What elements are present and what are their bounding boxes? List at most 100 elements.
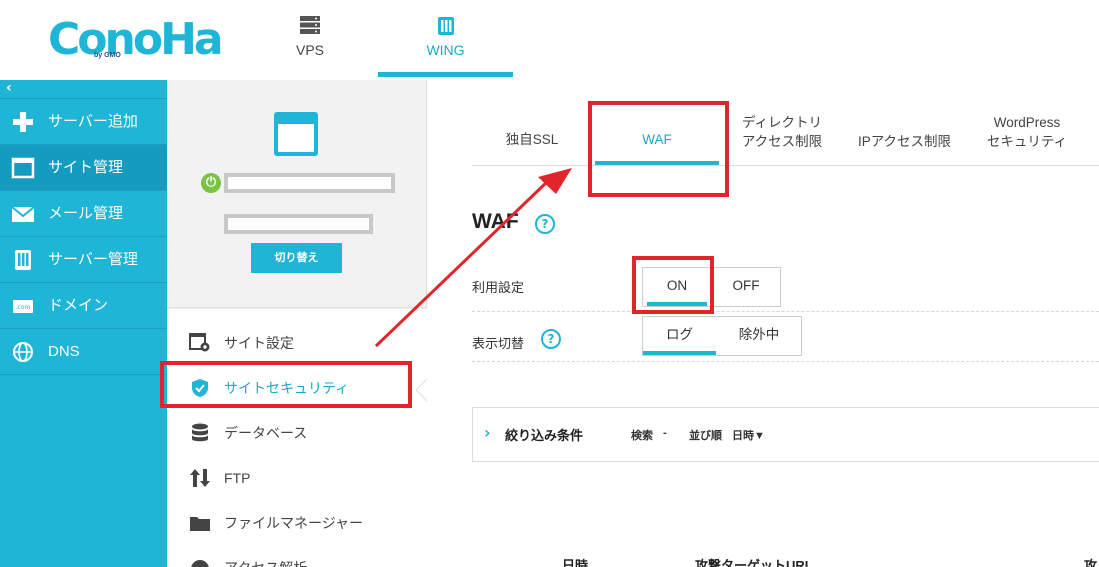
tab-waf[interactable]: WAF <box>595 130 719 186</box>
filter-panel: › 絞り込み条件 検索 - 並び順 日時▼ <box>472 407 1099 462</box>
tab-directory-access[interactable]: ディレクトリ アクセス制限 <box>727 113 837 169</box>
domain-icon: .com <box>13 300 33 313</box>
display-help-icon[interactable]: ? <box>541 329 561 349</box>
sidebar-item-site-management[interactable]: サイト管理 <box>0 145 167 191</box>
off-button[interactable]: OFF <box>711 268 781 306</box>
power-icon: ⏻ <box>201 173 221 193</box>
tab-vps[interactable]: VPS <box>250 0 370 80</box>
site-menu-item-label: サイト設定 <box>224 335 294 351</box>
masked-site-domain <box>224 214 373 234</box>
top-header: ConoHa by GMO VPS WING <box>0 0 1099 80</box>
sidebar-item-label: サーバー管理 <box>48 251 138 268</box>
display-switch-label: 表示切替 <box>472 336 525 351</box>
sidebar-item-server-management[interactable]: サーバー管理 <box>0 237 167 283</box>
on-button[interactable]: ON <box>643 268 711 306</box>
tab-directory-line1: ディレクトリ <box>741 115 823 130</box>
tab-ip-label: IPアクセス制限 <box>857 134 952 149</box>
table-header-datetime: 日時 <box>562 558 589 567</box>
tab-ssl-label: 独自SSL <box>505 132 559 147</box>
site-menu-item-file-manager[interactable]: ファイルマネージャー <box>167 501 426 545</box>
mail-icon <box>11 206 35 222</box>
server-stack-icon <box>300 16 320 34</box>
globe-icon <box>13 342 33 362</box>
sidebar-item-dns[interactable]: DNS <box>0 329 167 375</box>
window-icon <box>11 157 35 179</box>
excluded-label: 除外中 <box>738 327 780 342</box>
sidebar-item-label: サーバー追加 <box>48 113 138 130</box>
site-menu-item-security[interactable]: サイトセキュリティ <box>167 366 426 410</box>
sidebar-item-label: DNS <box>48 343 80 360</box>
transfer-arrows-icon <box>190 469 210 487</box>
site-menu-item-label: データベース <box>224 425 308 441</box>
sidebar-item-domain[interactable]: .com ドメイン <box>0 283 167 329</box>
site-settings-icon <box>189 333 210 352</box>
row-divider <box>472 361 1099 362</box>
on-selected-indicator <box>647 302 707 306</box>
tab-wp-line2: セキュリティ <box>986 134 1068 149</box>
plus-icon <box>13 112 33 132</box>
sidebar-item-label: サイト管理 <box>48 159 124 176</box>
tab-waf-label: WAF <box>642 132 672 147</box>
page-title: WAF <box>472 210 519 233</box>
tab-wing-underline <box>378 72 513 77</box>
site-menu-item-label: アクセス解析 <box>224 546 307 567</box>
display-toggle: ログ 除外中 <box>642 316 802 356</box>
masked-site-name <box>224 173 395 193</box>
filter-title[interactable]: 絞り込み条件 <box>505 425 583 444</box>
log-button[interactable]: ログ <box>643 317 716 355</box>
database-icon <box>192 423 208 442</box>
tab-waf-underline <box>595 161 719 165</box>
usage-setting-label: 利用設定 <box>472 280 525 295</box>
server-icon <box>15 250 31 270</box>
row-divider <box>472 311 1099 312</box>
table-header-attack: 攻 <box>1084 558 1098 567</box>
site-menu-item-analytics[interactable]: アクセス解析 <box>167 546 426 567</box>
chevron-right-icon[interactable]: › <box>484 423 491 442</box>
tab-vps-label: VPS <box>295 42 324 58</box>
tab-wing-label: WING <box>426 42 465 58</box>
sidebar-item-label: メール管理 <box>48 205 124 222</box>
conoha-logo[interactable]: ConoHa by GMO <box>48 14 224 68</box>
site-menu-item-label: ファイルマネージャー <box>224 515 364 531</box>
tab-ip-access[interactable]: IPアクセス制限 <box>847 132 962 188</box>
main-sidebar: ‹ サーバー追加 サイト管理 メール管理 サーバー管理 .com ドメイン DN… <box>0 80 167 567</box>
off-label: OFF <box>732 278 760 293</box>
sidebar-item-mail[interactable]: メール管理 <box>0 191 167 237</box>
site-menu-item-settings[interactable]: サイト設定 <box>167 321 426 365</box>
pie-chart-icon <box>191 560 209 567</box>
wing-server-icon <box>437 17 454 35</box>
svg-text:.com: .com <box>16 304 31 311</box>
site-menu-item-ftp[interactable]: FTP <box>167 456 426 500</box>
site-menu-item-database[interactable]: データベース <box>167 411 426 455</box>
tab-wordpress-security[interactable]: WordPress セキュリティ <box>972 113 1082 169</box>
sidebar-collapse-button[interactable]: ‹ <box>0 80 167 99</box>
shield-check-icon <box>192 379 208 397</box>
main-content: 独自SSL WAF ディレクトリ アクセス制限 IPアクセス制限 WordPre… <box>427 80 1099 567</box>
on-label: ON <box>666 278 688 293</box>
logo-sub: by GMO <box>94 52 121 59</box>
table-header-target-url: 攻撃ターゲットURL <box>695 558 813 567</box>
sort-label: 並び順 <box>689 430 722 442</box>
site-card: ⏻ 切り替え <box>167 80 427 308</box>
site-menu-item-label: サイトセキュリティ <box>224 380 350 396</box>
excluded-button[interactable]: 除外中 <box>716 317 802 355</box>
waf-help-icon[interactable]: ? <box>535 214 555 234</box>
log-selected-indicator <box>643 351 716 355</box>
switch-site-button[interactable]: 切り替え <box>251 243 342 273</box>
site-window-icon <box>274 112 318 156</box>
search-label: 検索 <box>631 430 653 442</box>
search-value: - <box>663 427 667 439</box>
tabs-divider <box>472 165 1099 166</box>
sidebar-item-add-server[interactable]: サーバー追加 <box>0 99 167 145</box>
tab-wp-line1: WordPress <box>993 115 1061 130</box>
tab-wing[interactable]: WING <box>378 0 513 80</box>
site-menu-item-label: FTP <box>224 470 251 486</box>
sidebar-item-label: ドメイン <box>48 297 109 314</box>
site-menu: サイト設定 サイトセキュリティ データベース FTP ファイルマネージャー <box>167 309 427 567</box>
folder-icon <box>190 517 210 531</box>
log-label: ログ <box>666 327 693 342</box>
tab-ssl[interactable]: 独自SSL <box>487 130 577 186</box>
logo-text: ConoHa <box>48 14 224 65</box>
sort-value[interactable]: 日時▼ <box>732 427 765 443</box>
tab-directory-line2: アクセス制限 <box>741 134 823 149</box>
